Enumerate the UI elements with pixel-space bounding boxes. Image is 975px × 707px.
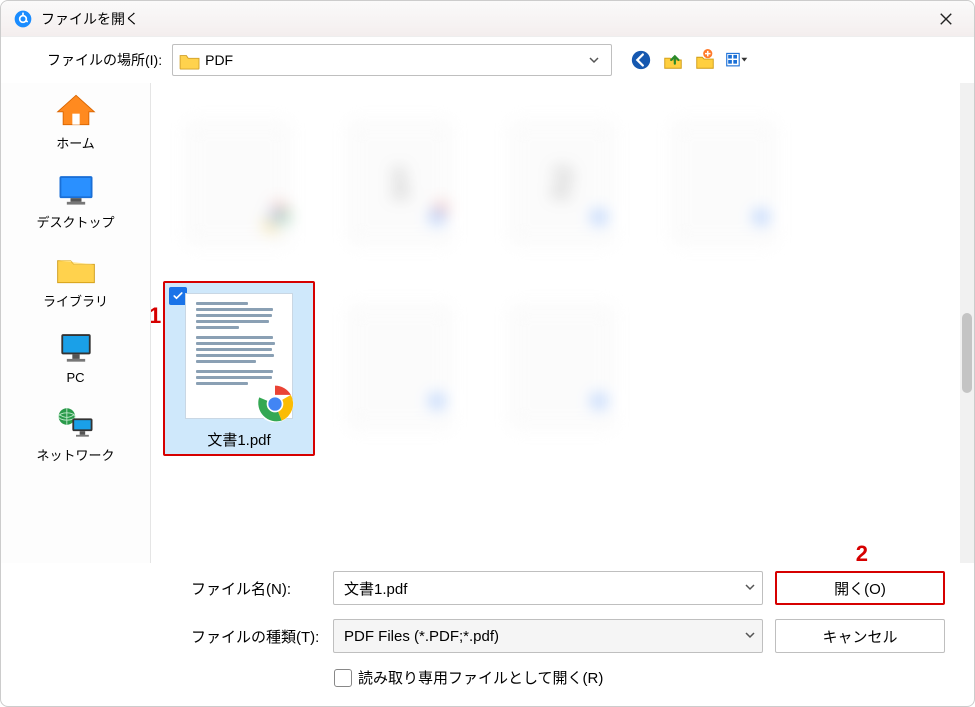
- window-title: ファイルを開く: [41, 9, 926, 29]
- places-home[interactable]: ホーム: [7, 91, 144, 152]
- folder-icon: [179, 52, 199, 68]
- scrollbar-thumb[interactable]: [962, 313, 972, 393]
- filename-value: 文書1.pdf: [344, 578, 744, 599]
- filename-row: ファイル名(N): 文書1.pdf 開く(O): [191, 571, 954, 605]
- places-label: デスクトップ: [36, 212, 114, 231]
- filetype-value: PDF Files (*.PDF;*.pdf): [344, 628, 744, 645]
- close-button[interactable]: [926, 5, 966, 33]
- places-pc[interactable]: PC: [7, 328, 144, 385]
- location-value: PDF: [205, 52, 577, 68]
- filename-label: ファイル名(N):: [191, 578, 321, 599]
- new-folder-icon[interactable]: [694, 49, 716, 71]
- file-thumb-blurred: [487, 281, 637, 451]
- home-icon: [54, 91, 98, 129]
- open-button-label: 開く(O): [834, 578, 886, 599]
- chevron-down-icon: [583, 45, 605, 75]
- toolbar-icons: [630, 49, 748, 71]
- file-thumb-blurred: 1: [325, 97, 475, 267]
- cancel-button[interactable]: キャンセル: [775, 619, 945, 653]
- filename-combobox[interactable]: 文書1.pdf: [333, 571, 763, 605]
- titlebar: ファイルを開く: [1, 1, 974, 37]
- file-thumb-selected[interactable]: 文書1.pdf: [163, 281, 315, 456]
- thumbnail-grid: 1 2: [163, 97, 962, 456]
- places-label: ホーム: [56, 133, 95, 152]
- desktop-icon: [54, 170, 98, 208]
- app-icon: [13, 9, 33, 29]
- back-icon[interactable]: [630, 49, 652, 71]
- scrollbar[interactable]: [960, 83, 974, 563]
- places-desktop[interactable]: デスクトップ: [7, 170, 144, 231]
- places-label: PC: [66, 370, 84, 385]
- network-icon: [54, 403, 98, 441]
- cancel-button-label: キャンセル: [822, 626, 897, 647]
- chevron-down-icon: [744, 580, 756, 597]
- open-button[interactable]: 開く(O): [775, 571, 945, 605]
- annotation-2: 2: [856, 541, 868, 567]
- file-thumb-blurred: [325, 281, 475, 451]
- file-thumb-blurred: [163, 97, 313, 267]
- bottom-panel: 2 ファイル名(N): 文書1.pdf 開く(O) ファイルの種類(T): PD…: [1, 563, 974, 706]
- files-area[interactable]: 1 1 2: [151, 83, 974, 563]
- readonly-label: 読み取り専用ファイルとして開く(R): [358, 667, 603, 688]
- places-label: ネットワーク: [36, 445, 114, 464]
- places-label: ライブラリ: [43, 291, 108, 310]
- file-thumb-blurred: 2: [487, 97, 637, 267]
- chevron-down-icon: [744, 628, 756, 645]
- location-label: ファイルの場所(I):: [47, 50, 162, 70]
- open-file-dialog: ファイルを開く ファイルの場所(I): PDF: [0, 0, 975, 707]
- libraries-icon: [54, 249, 98, 287]
- view-menu-icon[interactable]: [726, 49, 748, 71]
- filetype-combobox[interactable]: PDF Files (*.PDF;*.pdf): [333, 619, 763, 653]
- readonly-checkbox[interactable]: [334, 669, 352, 687]
- location-combobox[interactable]: PDF: [172, 44, 612, 76]
- annotation-1: 1: [151, 303, 161, 329]
- location-row: ファイルの場所(I): PDF: [1, 37, 974, 83]
- file-thumb-blurred: [649, 97, 799, 267]
- readonly-row: 読み取り専用ファイルとして開く(R): [334, 667, 954, 688]
- up-one-level-icon[interactable]: [662, 49, 684, 71]
- chrome-badge-icon: [255, 384, 295, 424]
- filetype-row: ファイルの種類(T): PDF Files (*.PDF;*.pdf) キャンセ…: [191, 619, 954, 653]
- file-name-label: 文書1.pdf: [165, 427, 313, 452]
- places-network[interactable]: ネットワーク: [7, 403, 144, 464]
- pc-icon: [54, 328, 98, 366]
- places-bar: ホーム デスクトップ: [1, 83, 151, 563]
- places-libraries[interactable]: ライブラリ: [7, 249, 144, 310]
- body-area: ホーム デスクトップ: [1, 83, 974, 563]
- filetype-label: ファイルの種類(T):: [191, 626, 321, 647]
